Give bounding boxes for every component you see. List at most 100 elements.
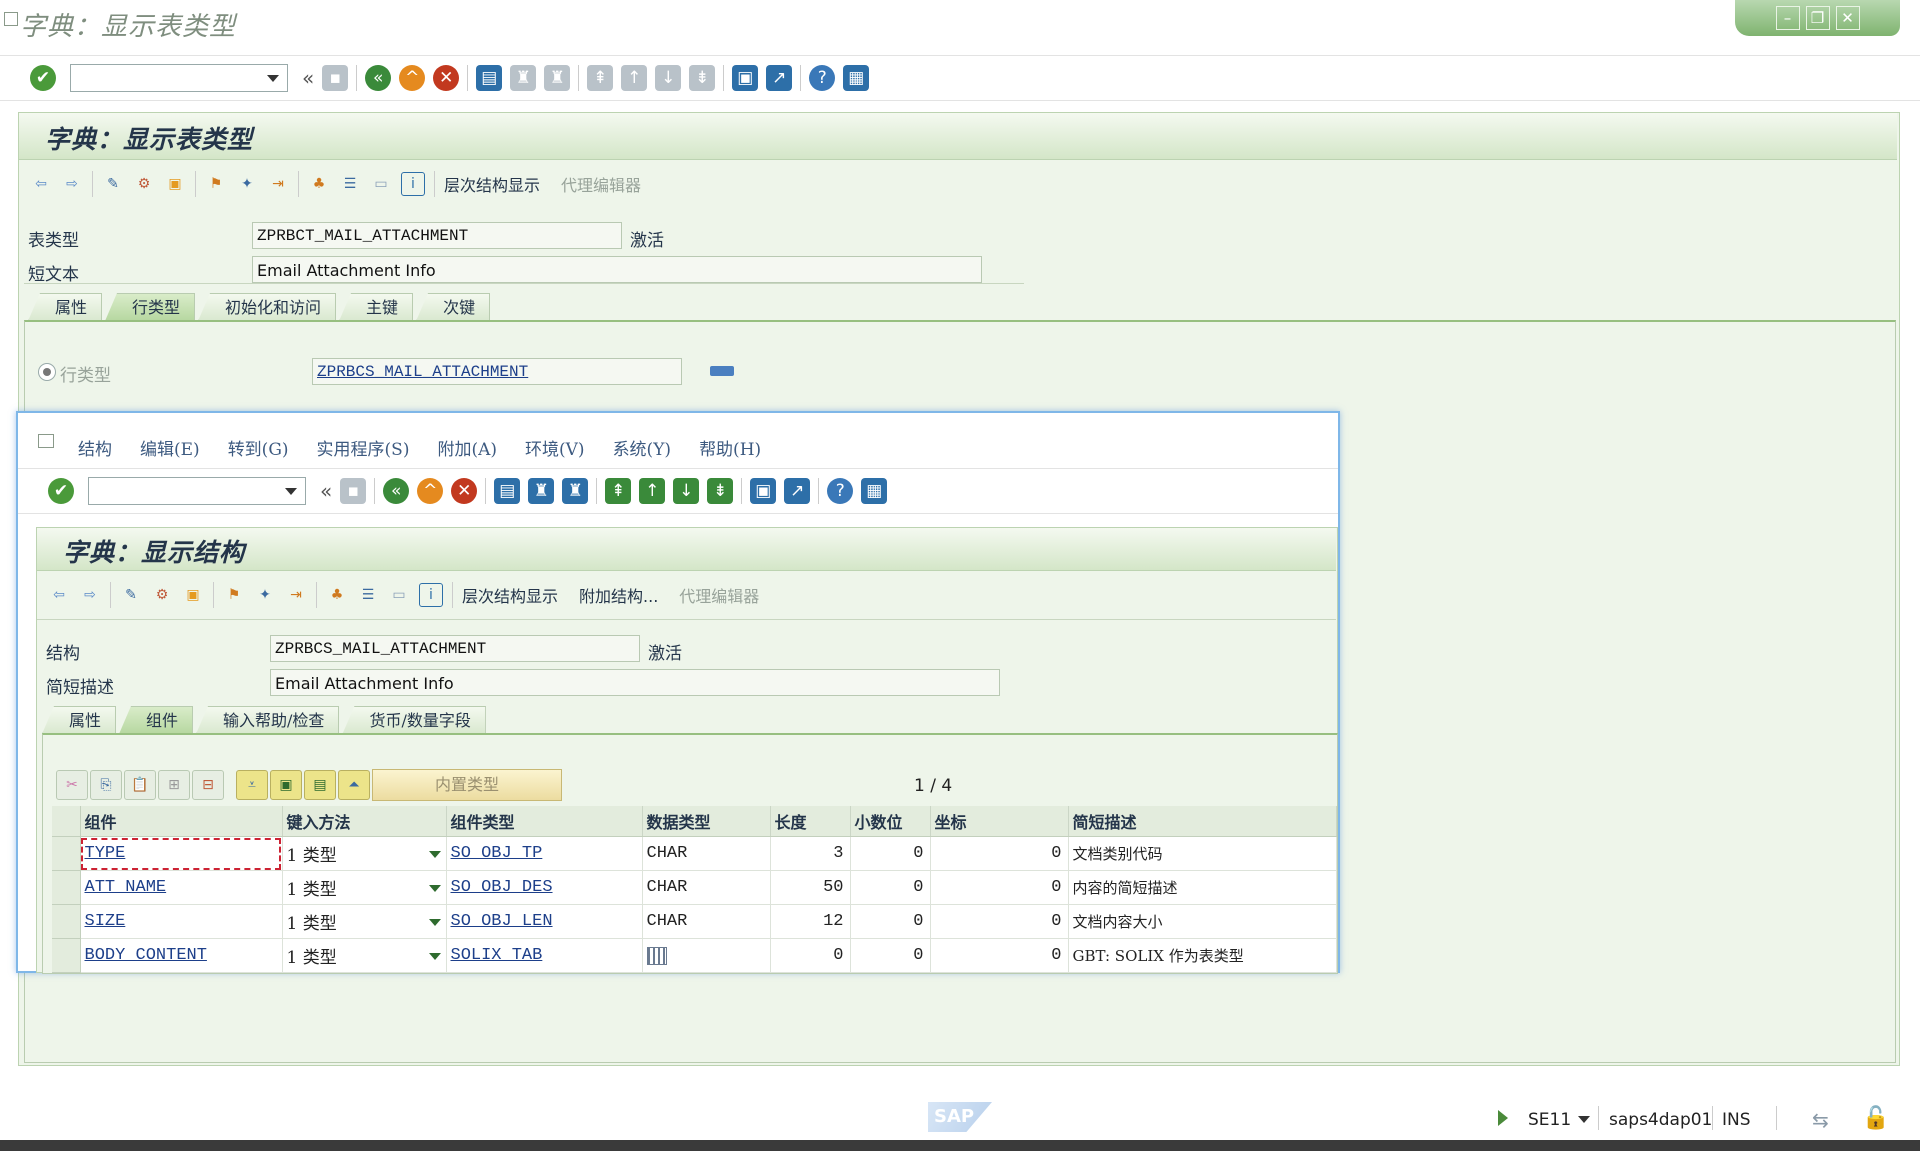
tab-components[interactable]: 组件: [119, 706, 194, 734]
select-all-cell[interactable]: [52, 806, 81, 837]
proxy-editor-button[interactable]: 代理编辑器: [679, 583, 759, 607]
collapse-icon[interactable]: ⏶: [338, 770, 370, 800]
first-page-icon[interactable]: ⇞: [605, 478, 632, 504]
proxy-editor-button[interactable]: 代理编辑器: [561, 172, 641, 196]
comp-type-link[interactable]: SO_OBJ_LEN: [451, 912, 553, 931]
row-selector[interactable]: [52, 938, 81, 973]
print-icon[interactable]: ▤: [476, 65, 503, 91]
help-icon[interactable]: ?: [809, 65, 836, 91]
component-cell[interactable]: TYPE: [80, 836, 283, 871]
hierarchy-display-button[interactable]: 层次结构显示: [444, 172, 540, 196]
tab-attributes[interactable]: 属性: [42, 706, 117, 734]
component-name[interactable]: SIZE: [85, 912, 126, 931]
play-icon[interactable]: [1498, 1110, 1508, 1126]
insert-row-icon[interactable]: ⊞: [158, 770, 190, 800]
collapse-arrows-icon[interactable]: «: [302, 66, 314, 90]
window-menu-icon[interactable]: [38, 434, 54, 448]
other-object-icon[interactable]: ⚙: [151, 584, 173, 606]
table-row[interactable]: BODY_CONTENT 1 类型 SOLIX_TAB 0 0 0 GBT: S…: [52, 938, 1337, 973]
hierarchy-icon[interactable]: ♣: [326, 584, 348, 606]
check-icon[interactable]: ▣: [164, 173, 186, 195]
layout-menu-icon[interactable]: ▦: [843, 65, 870, 91]
first-page-icon[interactable]: ⇞: [587, 65, 614, 91]
cancel-icon[interactable]: ✕: [451, 478, 478, 504]
col-header-comp-type[interactable]: 组件类型: [446, 806, 643, 837]
check-icon[interactable]: ▣: [182, 584, 204, 606]
find-icon[interactable]: ♜: [528, 478, 555, 504]
command-field[interactable]: [88, 477, 306, 505]
table-row[interactable]: ATT_NAME 1 类型 SO_OBJ_DES CHAR 50 0 0 内容的…: [52, 870, 1337, 905]
col-header-desc[interactable]: 简短描述: [1068, 806, 1337, 837]
display-change-icon[interactable]: ✎: [102, 173, 124, 195]
comp-type-link[interactable]: SO_OBJ_DES: [451, 878, 553, 897]
tab-primary-key[interactable]: 主键: [339, 293, 414, 321]
menu-help[interactable]: 帮助(H): [699, 435, 761, 460]
component-cell[interactable]: ATT_NAME: [80, 870, 283, 905]
object-list-icon[interactable]: ☰: [357, 584, 379, 606]
comp-type-cell[interactable]: SOLIX_TAB: [446, 938, 643, 973]
close-icon[interactable]: ✕: [1835, 6, 1860, 30]
row-type-field[interactable]: ZPRBCS_MAIL_ATTACHMENT: [312, 358, 682, 385]
restore-icon[interactable]: ❐: [1805, 6, 1830, 30]
command-field[interactable]: [70, 64, 288, 92]
col-header-component[interactable]: 组件: [80, 806, 283, 837]
enter-check-icon[interactable]: ✔: [30, 65, 56, 91]
dropdown-arrow-icon[interactable]: [428, 919, 441, 926]
documentation-icon[interactable]: ▭: [388, 584, 410, 606]
tab-row-type[interactable]: 行类型: [105, 293, 196, 321]
table-row[interactable]: SIZE 1 类型 SO_OBJ_LEN CHAR 12 0 0 文档内容大小: [52, 904, 1337, 939]
shortcut-icon[interactable]: ↗: [766, 65, 793, 91]
print-icon[interactable]: ▤: [494, 478, 521, 504]
where-used-icon[interactable]: ⇥: [267, 173, 289, 195]
chevron-down-icon[interactable]: [285, 488, 297, 495]
help-icon[interactable]: ?: [827, 478, 854, 504]
col-header-decimals[interactable]: 小数位: [850, 806, 931, 837]
delete-row-icon[interactable]: ⊟: [192, 770, 224, 800]
where-used-icon[interactable]: ⇥: [285, 584, 307, 606]
col-header-coord[interactable]: 坐标: [930, 806, 1069, 837]
menu-structure[interactable]: 结构: [78, 435, 112, 460]
documentation-icon[interactable]: ▭: [370, 173, 392, 195]
dropdown-arrow-icon[interactable]: [428, 851, 441, 858]
builtin-type-button[interactable]: 内置类型: [372, 769, 562, 801]
col-header-typing[interactable]: 键入方法: [282, 806, 447, 837]
chevron-down-icon[interactable]: [267, 75, 279, 82]
next-page-icon[interactable]: ↓: [673, 478, 700, 504]
component-cell[interactable]: BODY_CONTENT: [80, 938, 283, 973]
new-session-icon[interactable]: ▣: [732, 65, 759, 91]
next-page-icon[interactable]: ↓: [655, 65, 682, 91]
back-arrow-icon[interactable]: ⇦: [48, 584, 70, 606]
status-mode[interactable]: INS: [1722, 1110, 1751, 1130]
layout-menu-icon[interactable]: ▦: [861, 478, 888, 504]
menu-environment[interactable]: 环境(V): [525, 435, 585, 460]
last-page-icon[interactable]: ⇟: [689, 65, 716, 91]
back-icon[interactable]: «: [365, 65, 392, 91]
desc-field[interactable]: Email Attachment Info: [270, 669, 1000, 696]
tab-attributes[interactable]: 属性: [28, 293, 103, 321]
find-next-icon[interactable]: ♜: [562, 478, 589, 504]
hierarchy-icon[interactable]: ♣: [308, 173, 330, 195]
other-object-icon[interactable]: ⚙: [133, 173, 155, 195]
typing-cell[interactable]: 1 类型: [282, 870, 447, 905]
select-all-icon[interactable]: ▣: [270, 770, 302, 800]
comp-type-link[interactable]: SO_OBJ_TP: [451, 844, 543, 863]
save-icon[interactable]: ▪: [340, 478, 367, 504]
details-icon[interactable]: [710, 366, 734, 376]
comp-type-cell[interactable]: SO_OBJ_LEN: [446, 904, 643, 939]
prev-page-icon[interactable]: ↑: [639, 478, 666, 504]
row-type-value-link[interactable]: ZPRBCS_MAIL_ATTACHMENT: [317, 363, 528, 381]
forward-arrow-icon[interactable]: ⇨: [79, 584, 101, 606]
hierarchy-display-button[interactable]: 层次结构显示: [462, 583, 558, 607]
magic-wand-icon[interactable]: ✦: [236, 173, 258, 195]
lock-open-icon[interactable]: 🔓: [1862, 1106, 1889, 1131]
window-menu-icon[interactable]: [4, 12, 18, 26]
typing-cell[interactable]: 1 类型: [282, 904, 447, 939]
row-type-radio[interactable]: [38, 363, 56, 381]
back-arrow-icon[interactable]: ⇦: [30, 173, 52, 195]
comp-type-link[interactable]: SOLIX_TAB: [451, 946, 543, 965]
info-icon[interactable]: i: [401, 172, 425, 196]
col-header-length[interactable]: 长度: [770, 806, 851, 837]
typing-cell[interactable]: 1 类型: [282, 836, 447, 871]
structure-field[interactable]: ZPRBCS_MAIL_ATTACHMENT: [270, 635, 640, 662]
component-cell[interactable]: SIZE: [80, 904, 283, 939]
